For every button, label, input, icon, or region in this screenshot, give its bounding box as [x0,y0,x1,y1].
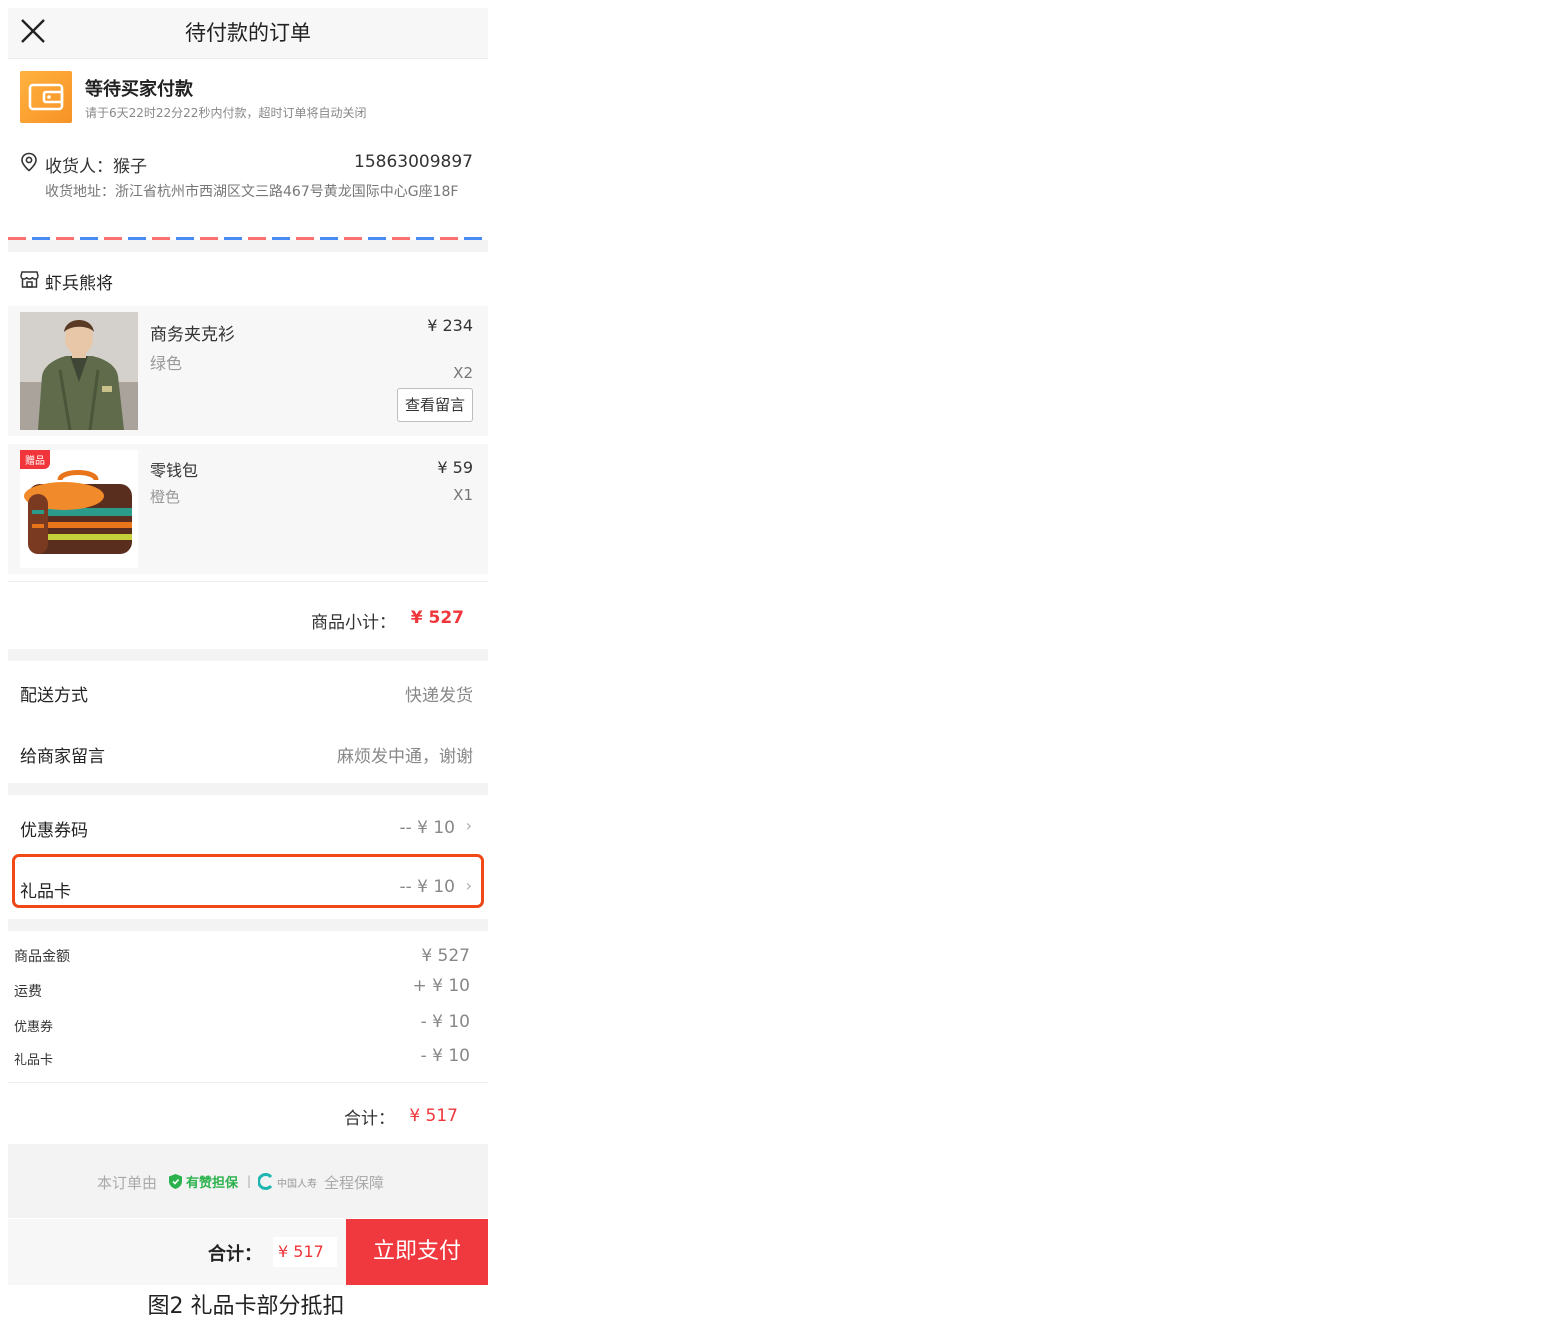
shop-name[interactable]: 虾兵熊将 [45,269,113,294]
summary-value: + ¥ 10 [412,976,471,996]
summary-value: ¥ 527 [421,946,470,966]
status-subtitle: 请于6天22时22分22秒内付款，超时订单将自动关闭 [85,106,367,120]
coupon-row[interactable]: 优惠券码 -- ¥ 10 › [8,798,488,854]
item-quantity: X2 [453,364,473,382]
guarantee-brand-youzan: 有赞担保 [186,1176,239,1191]
section-divider [8,240,488,252]
bottom-pay-bar: 合计： ¥ 517 立即支付 [8,1219,488,1285]
wallet-icon [20,71,72,123]
divider [8,1082,488,1083]
summary-label: 优惠券 [14,1020,54,1035]
summary-label: 商品金额 [14,949,70,965]
figure-caption: 图2 礼品卡部分抵扣 [147,1294,345,1319]
product-image-wallet: 赠品 [20,450,138,568]
coupon-label: 优惠券码 [20,821,88,841]
pay-now-button[interactable]: 立即支付 [346,1219,488,1285]
coupon-value: -- ¥ 10 [399,818,455,838]
china-life-logo-icon [258,1173,273,1190]
guarantee-brand-chinalife: 中国人寿 [277,1179,317,1190]
order-item[interactable]: 赠品 零钱包 橙色 ¥ 59 X1 [8,444,488,574]
status-title: 等待买家付款 [85,79,193,100]
total-value: ¥ 517 [409,1106,458,1126]
item-variant: 橙色 [150,488,181,506]
shipping-address: 收货地址：浙江省杭州市西湖区文三路467号黄龙国际中心G座18F [45,184,459,200]
total-label: 合计： [344,1109,395,1129]
divider [8,581,488,582]
page-title: 待付款的订单 [185,21,311,45]
shield-icon [169,1174,182,1189]
subtotal-label: 商品小计： [311,613,396,633]
store-icon [20,271,39,288]
summary-value: - ¥ 10 [420,1012,470,1032]
bottom-total-label: 合计： [208,1244,262,1265]
bottom-total-value: ¥ 517 [278,1242,324,1261]
item-quantity: X1 [453,486,473,504]
chevron-right-icon: › [465,816,472,835]
item-variant: 绿色 [150,354,183,373]
guarantee-prefix: 本订单由 [97,1174,158,1192]
location-pin-icon [21,152,37,172]
item-price: ¥ 234 [427,316,473,335]
summary-label: 礼品卡 [14,1053,54,1068]
delivery-label: 配送方式 [20,686,88,706]
section-divider [8,783,488,795]
summary-value: - ¥ 10 [420,1046,470,1066]
view-message-button[interactable]: 查看留言 [397,388,473,422]
section-divider [8,919,488,931]
order-screen: 待付款的订单 等待买家付款 请于6天22时22分22秒内付款，超时订单将自动关闭… [8,8,488,1285]
guarantee-suffix: 全程保障 [324,1174,385,1192]
header-bar: 待付款的订单 [8,8,488,59]
delivery-value: 快递发货 [405,686,473,706]
section-divider [8,649,488,661]
product-image-jacket [20,312,138,430]
order-item[interactable]: 商务夹克衫 绿色 ¥ 234 X2 查看留言 [8,306,488,436]
note-label: 给商家留言 [20,747,105,767]
summary-label: 运费 [14,984,42,1000]
subtotal-value: ¥ 527 [410,608,464,628]
guarantee-separator: | [247,1174,252,1188]
guarantee-banner: 本订单由 有赞担保 | 中国人寿 全程保障 [8,1144,488,1218]
gift-card-highlight-box [12,854,484,908]
item-price: ¥ 59 [437,458,473,477]
recipient-phone: 15863009897 [354,152,473,172]
item-name: 零钱包 [150,461,199,480]
gift-badge: 赠品 [20,450,50,469]
item-name: 商务夹克衫 [150,325,235,345]
note-value: 麻烦发中通，谢谢 [337,747,473,767]
recipient-name: 收货人：猴子 [45,157,147,177]
